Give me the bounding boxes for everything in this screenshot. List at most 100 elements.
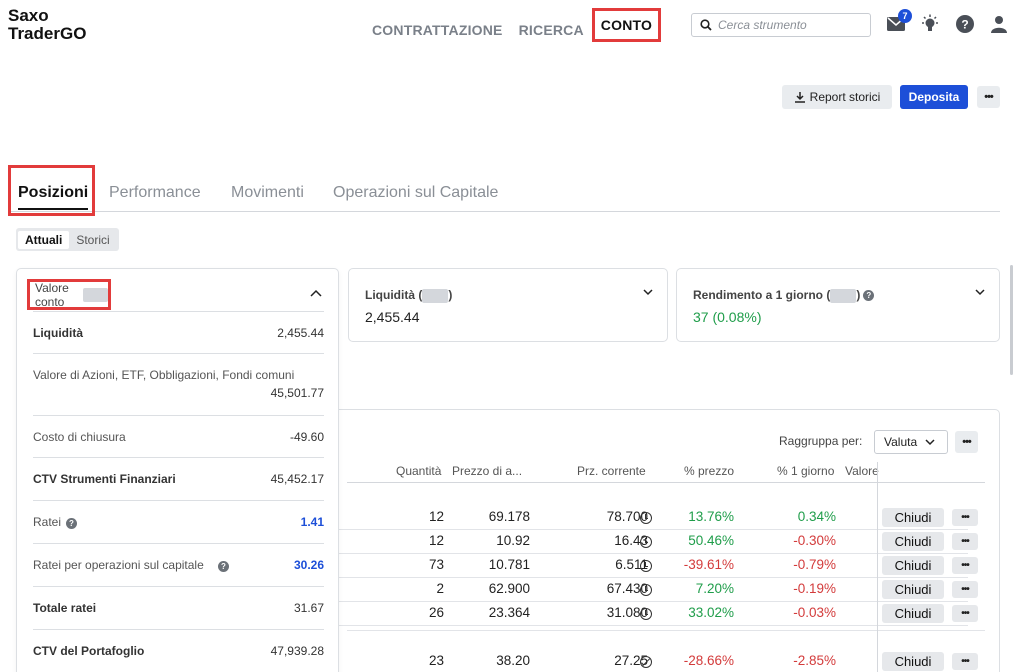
help-icon[interactable]: ? [218,561,229,572]
close-position-button[interactable]: Chiudi [882,508,944,527]
filter-storici[interactable]: Storici [69,231,116,249]
nav-ricerca[interactable]: RICERCA [519,22,584,38]
nav-conto[interactable]: CONTO [591,8,662,42]
app-logo[interactable]: Saxo TraderGO [8,7,86,43]
daily-return-card[interactable]: Rendimento a 1 giorno ()? 37 (0.08%) [676,268,1000,342]
breakdown-row: Ratei per operazioni sul capitale? 30.26 [33,544,324,587]
clock-icon [640,560,652,572]
tab-bar: Posizioni Performance Movimenti Operazio… [8,165,1000,216]
mail-button[interactable]: 7 [886,9,912,34]
main-nav: CONTRATTAZIONE RICERCA CONTO [372,8,677,42]
breakdown-value: 2,455.44 [277,326,324,340]
chevron-up-icon[interactable] [310,289,322,299]
row-options-button[interactable]: ••• [952,509,978,526]
close-position-button[interactable]: Chiudi [882,652,944,671]
table-row[interactable]: 73 10.781 6.511 -39.61% -0.79% Chiudi ••• [330,554,978,578]
logo-line-1: Saxo [8,6,49,25]
close-position-button[interactable]: Chiudi [882,604,944,623]
breakdown-row: CTV Strumenti Finanziari 45,452.17 [33,458,324,501]
help-icon: ? [956,15,974,33]
profile-button[interactable] [989,14,1009,34]
liquidity-title: Liquidità () [365,288,453,303]
search-input[interactable] [718,18,858,32]
account-value-title[interactable]: Valore conto [27,279,111,310]
help-icon[interactable]: ? [863,290,875,302]
table-row[interactable]: 12 10.92 16.43 50.46% -0.30% Chiudi ••• [330,530,978,554]
report-button[interactable]: Report storici [782,85,892,109]
chevron-down-icon[interactable] [975,287,985,297]
breakdown-value: 45,452.17 [270,472,324,486]
daily-return-title: Rendimento a 1 giorno ()? [693,288,875,303]
search-box[interactable] [691,13,871,37]
cell-quantita: 2 [436,581,444,596]
more-actions-button[interactable]: ••• [977,86,1000,108]
cell-prezzo-acquisto: 23.364 [488,605,530,620]
col-pct-giorno[interactable]: % 1 giorno [777,464,834,478]
breakdown-value: 30.26 [293,558,324,572]
cell-pct-prezzo: -39.61% [683,557,734,572]
cell-prezzo-acquisto: 10.781 [488,557,530,572]
col-prezzo-corrente[interactable]: Prz. corrente [577,464,646,478]
breakdown-row: Ratei? 1.41 [33,501,324,544]
help-button[interactable]: ? [955,14,975,34]
cell-quantita: 73 [428,557,444,572]
row-options-button[interactable]: ••• [952,557,978,574]
row-options-button[interactable]: ••• [952,605,978,622]
lightbulb-icon [922,14,938,31]
col-valore[interactable]: Valore [845,464,879,478]
liquidity-card[interactable]: Liquidità () 2,455.44 [348,268,668,342]
close-position-button[interactable]: Chiudi [882,532,944,551]
breakdown-value: 47,939.28 [270,644,324,658]
breakdown-label: Ratei per operazioni sul capitale [33,558,204,572]
row-options-button[interactable]: ••• [952,653,978,670]
tab-movimenti[interactable]: Movimenti [231,184,304,202]
logo-line-2: TraderGO [8,24,87,43]
breakdown-label: CTV del Portafoglio [33,644,145,658]
user-icon [991,16,1007,33]
breakdown-row: Costo di chiusura -49.60 [33,416,324,458]
clock-icon [640,536,652,548]
cell-quantita: 23 [428,653,444,668]
breakdown-value: 45,501.77 [270,386,324,400]
svg-text:?: ? [961,18,968,32]
col-prezzo-acquisto[interactable]: Prezzo di a... [452,464,522,478]
table-row[interactable]: 26 23.364 31.080 33.02% -0.03% Chiudi ••• [330,602,978,626]
clock-icon [640,608,652,620]
deposit-button[interactable]: Deposita [900,85,968,109]
tab-operazioni-capitale[interactable]: Operazioni sul Capitale [333,184,498,202]
col-pct-prezzo[interactable]: % prezzo [684,464,734,478]
cell-pct-prezzo: -28.66% [683,653,734,668]
group-by-label: Raggruppa per: [779,434,863,448]
close-position-button[interactable]: Chiudi [882,556,944,575]
cell-prezzo-acquisto: 10.92 [496,533,530,548]
row-options-button[interactable]: ••• [952,581,978,598]
breakdown-label: CTV Strumenti Finanziari [33,472,176,486]
cell-quantita: 12 [428,509,444,524]
table-row[interactable]: 2 62.900 67.430 7.20% -0.19% Chiudi ••• [330,578,978,602]
position-filter: Attuali Storici [16,228,119,251]
clock-icon [640,512,652,524]
cell-quantita: 26 [428,605,444,620]
breakdown-label: Ratei [33,515,62,529]
col-quantita[interactable]: Quantità [396,464,441,478]
cell-prezzo-acquisto: 69.178 [488,509,530,524]
row-options-button[interactable]: ••• [952,533,978,550]
clock-icon [640,584,652,596]
breakdown-row: CTV del Portafoglio 47,939.28 [33,630,324,672]
table-row[interactable]: 23 38.20 27.25 -28.66% -2.85% Chiudi ••• [330,650,978,672]
table-row[interactable]: 12 69.178 78.700 13.76% 0.34% Chiudi ••• [330,506,978,530]
tab-posizioni[interactable]: Posizioni [8,165,95,216]
chevron-down-icon[interactable] [643,287,653,297]
nav-contrattazione[interactable]: CONTRATTAZIONE [372,22,503,38]
close-position-button[interactable]: Chiudi [882,580,944,599]
market-closed-icon [640,656,652,668]
table-options-button[interactable]: ••• [955,431,978,453]
tab-performance[interactable]: Performance [109,184,201,202]
breakdown-row: Totale ratei 31.67 [33,587,324,630]
filter-attuali[interactable]: Attuali [18,230,70,249]
report-label: Report storici [809,90,881,104]
cell-prezzo-acquisto: 62.900 [488,581,530,596]
ideas-button[interactable] [920,14,940,34]
help-icon[interactable]: ? [66,518,77,529]
group-by-select[interactable]: Valuta [874,430,948,454]
